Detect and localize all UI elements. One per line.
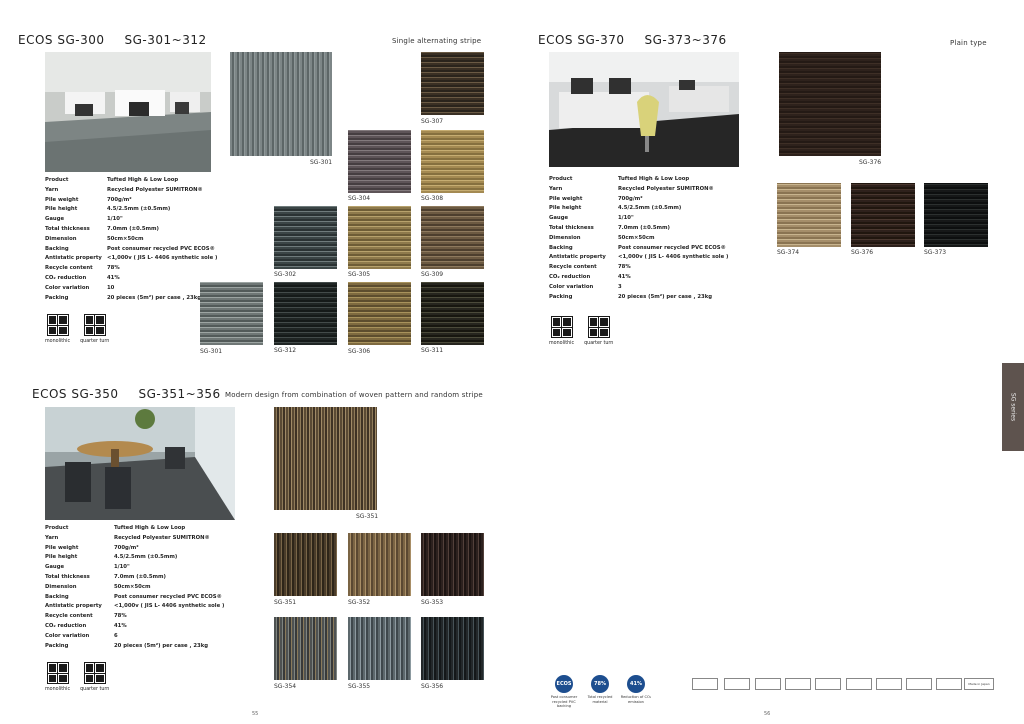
carpet-tile-sg354 [274, 617, 337, 680]
tile-label: SG-373 [924, 249, 947, 256]
section-subtitle-sg350: Modern design from combination of woven … [225, 391, 483, 399]
tile-label: SG-302 [274, 271, 297, 278]
tile-label: SG-356 [421, 683, 444, 690]
eco-badge-co2: 41% Reduction of CO₂ emission [619, 675, 653, 704]
spec-table-sg370: Product Tufted High & Low Loop Yarn Recycl… [549, 176, 729, 300]
installation-icons-sg350: monolithic quarter turn [45, 662, 109, 692]
tile-label: SG-376 [851, 249, 874, 256]
certification-logo [876, 678, 902, 690]
tile-label: SG-352 [348, 599, 371, 606]
carpet-tile-sg312 [274, 282, 337, 345]
co2-reduction-icon: 41% [627, 675, 645, 693]
carpet-tile-sg307 [421, 52, 484, 115]
recycled-material-icon: 78% [591, 675, 609, 693]
tile-label: SG-351 [356, 513, 379, 520]
carpet-tile-sg305 [348, 206, 411, 269]
certification-logo [846, 678, 872, 690]
section-subtitle-sg300: Single alternating stripe [392, 37, 482, 45]
tile-label: SG-308 [421, 195, 444, 202]
quarter-turn-icon [83, 662, 106, 684]
certification-logo [936, 678, 962, 690]
tile-label: SG-309 [421, 271, 444, 278]
carpet-tile-sg376 [851, 183, 915, 247]
tile-label: SG-376 [859, 159, 882, 166]
quarter-turn-icon [83, 314, 106, 336]
carpet-tile-sg351-large [274, 407, 377, 510]
sg-series-tab: SG series [1002, 363, 1024, 451]
section-title-sg300: ECOS SG-300 SG-301~312 [18, 33, 227, 47]
carpet-tile-sg301 [200, 282, 263, 345]
tile-label: SG-307 [421, 118, 444, 125]
certification-logo [724, 678, 750, 690]
carpet-tile-sg302 [274, 206, 337, 269]
tile-label: SG-305 [348, 271, 371, 278]
tile-label: SG-374 [777, 249, 800, 256]
tile-label: SG-304 [348, 195, 371, 202]
page-number-left: 55 [252, 711, 259, 717]
series-range: SG-351~356 [138, 387, 221, 401]
tile-label: SG-312 [274, 347, 297, 354]
installation-icons-sg370: monolithic quarter turn [549, 316, 613, 346]
spec-table-sg350: Product Tufted High & Low Loop Yarn Recycl… [45, 525, 225, 649]
ecos-recycle-icon: ECOS [555, 675, 573, 693]
eco-badge-recycled: 78% Total recycled material [583, 675, 617, 704]
monolithic-icon [550, 316, 573, 338]
section-title-sg350: ECOS SG-350 SG-351~356 [32, 387, 241, 401]
tile-label: SG-353 [421, 599, 444, 606]
office-photo-sg350 [45, 407, 235, 520]
monolithic-icon [46, 314, 69, 336]
series-name: ECOS SG-370 [538, 33, 625, 47]
tile-label: SG-354 [274, 683, 297, 690]
carpet-tile-sg304 [348, 130, 411, 193]
series-name: ECOS SG-300 [18, 33, 105, 47]
series-range: SG-373~376 [644, 33, 727, 47]
office-photo-sg370 [549, 52, 739, 167]
tile-label: SG-311 [421, 347, 444, 354]
certification-logo [906, 678, 932, 690]
made-in-japan-logo: Made in Japan [964, 678, 994, 690]
tile-label: SG-301 [200, 348, 223, 355]
section-subtitle-sg370: Plain type [950, 39, 987, 47]
carpet-tile-sg355 [348, 617, 411, 680]
installation-icons-sg300: monolithic quarter turn [45, 314, 109, 344]
carpet-tile-sg311 [421, 282, 484, 345]
carpet-tile-sg306 [348, 282, 411, 345]
certification-logo [692, 678, 718, 690]
carpet-tile-sg308 [421, 130, 484, 193]
monolithic-icon [46, 662, 69, 684]
certification-logo [785, 678, 811, 690]
carpet-tile-sg356 [421, 617, 484, 680]
tile-label: SG-351 [274, 599, 297, 606]
office-photo-sg300 [45, 52, 211, 172]
carpet-tile-sg374 [777, 183, 841, 247]
certification-logo [755, 678, 781, 690]
quarter-turn-icon [587, 316, 610, 338]
carpet-tile-sg376-large [779, 52, 881, 156]
carpet-tile-sg351 [274, 533, 337, 596]
tile-label: SG-306 [348, 348, 371, 355]
carpet-tile-sg373 [924, 183, 988, 247]
carpet-tile-sg353 [421, 533, 484, 596]
eco-badge-ecos: ECOS Post consumer recycled PVC backing [547, 675, 581, 709]
spec-table-sg300: Product Tufted High & Low Loop Yarn Recycl… [45, 177, 218, 301]
series-range: SG-301~312 [124, 33, 207, 47]
carpet-tile-sg301-large [230, 52, 332, 156]
section-title-sg370: ECOS SG-370 SG-373~376 [538, 33, 747, 47]
carpet-tile-sg309 [421, 206, 484, 269]
series-name: ECOS SG-350 [32, 387, 119, 401]
page-number-right: 56 [764, 711, 771, 717]
tile-label: SG-301 [310, 159, 333, 166]
certification-logo [815, 678, 841, 690]
carpet-tile-sg352 [348, 533, 411, 596]
tile-label: SG-355 [348, 683, 371, 690]
